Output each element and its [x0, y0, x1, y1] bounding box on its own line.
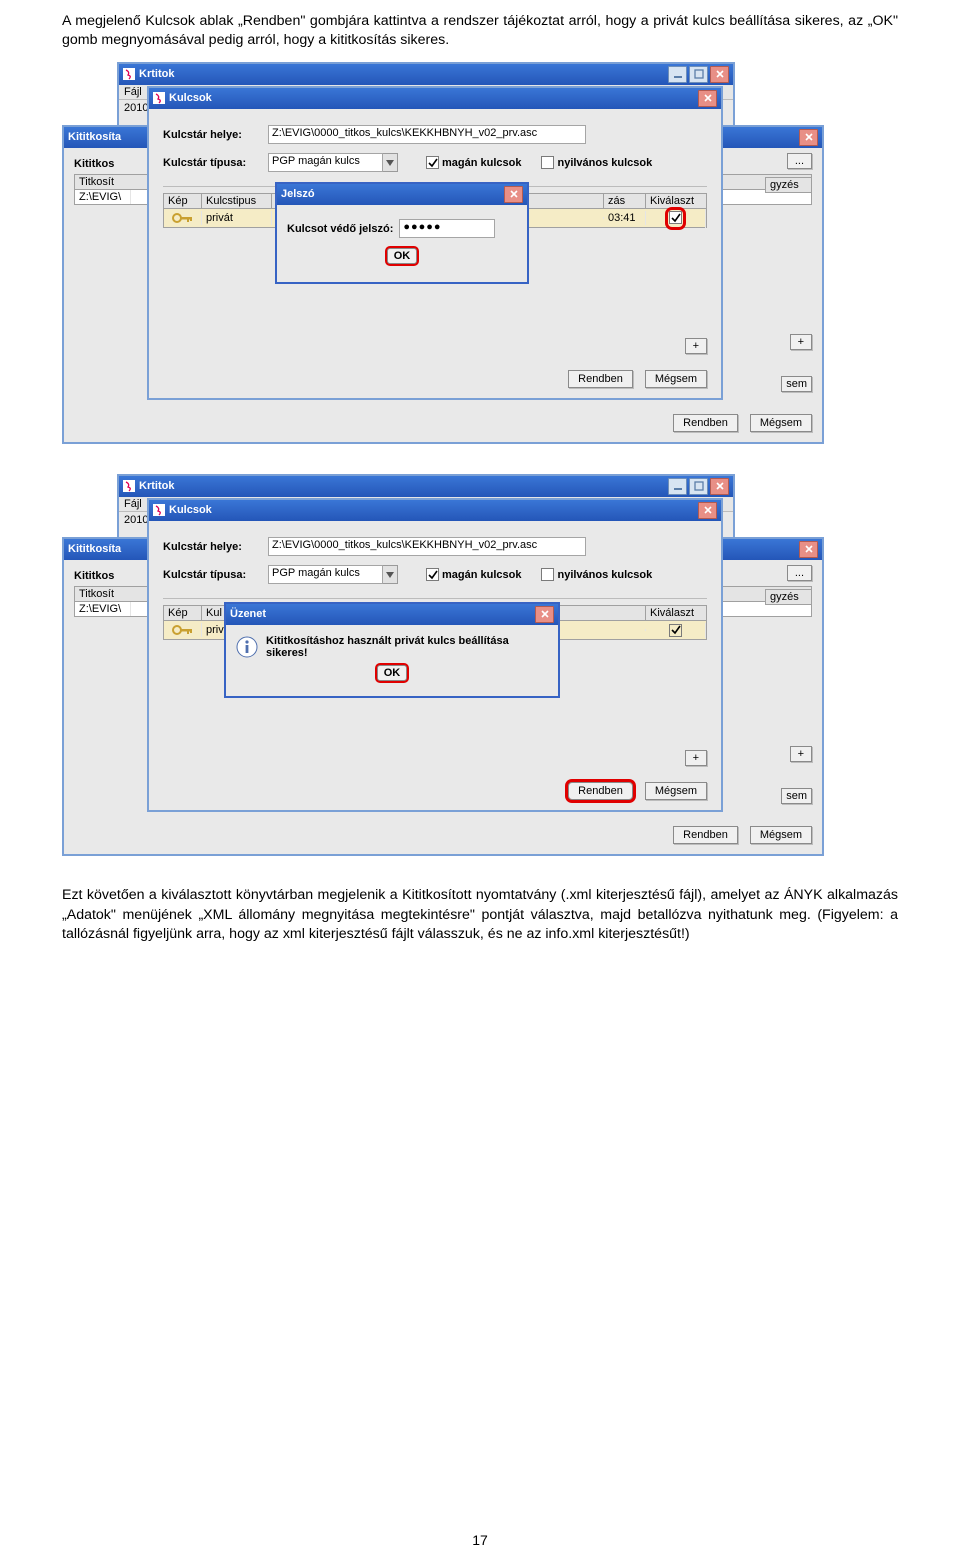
jelszo-label: Kulcsot védő jelszó: [287, 223, 393, 235]
kulcstar-tipus-label: Kulcstár típusa: [163, 157, 268, 169]
java-icon [123, 480, 135, 492]
paragraph-2: Ezt követően a kiválasztott könyvtárban … [62, 886, 898, 944]
rendben-button[interactable]: Rendben [568, 782, 633, 800]
krtitok-title: Krtitok [139, 68, 174, 80]
kulcstar-tipus-combo[interactable]: PGP magán kulcs [268, 153, 398, 172]
kulcsok-titlebar: Kulcsok [149, 500, 721, 521]
jelszo-input[interactable]: ●●●●● [399, 219, 495, 238]
kulcsok-title: Kulcsok [169, 504, 212, 516]
rendben-button-outer[interactable]: Rendben [673, 826, 738, 844]
checkbox-icon [541, 156, 554, 169]
plus-button[interactable]: + [685, 750, 707, 766]
close-button[interactable] [710, 478, 729, 495]
kulcsok-titlebar: Kulcsok [149, 88, 721, 109]
uzenet-titlebar: Üzenet [226, 604, 558, 625]
checkbox-checked-icon [426, 156, 439, 169]
magan-kulcsok-checkbox[interactable]: magán kulcsok [426, 568, 521, 581]
sem-label: sem [781, 376, 812, 392]
chevron-down-icon[interactable] [383, 565, 398, 584]
close-button[interactable] [535, 606, 554, 623]
close-button[interactable] [799, 541, 818, 558]
magan-kulcsok-checkbox[interactable]: magán kulcsok [426, 156, 521, 169]
plus-button[interactable]: + [685, 338, 707, 354]
col-gyzes: gyzés [765, 177, 812, 193]
page-number: 17 [0, 1532, 960, 1548]
kulcstar-tipus-combo[interactable]: PGP magán kulcs [268, 565, 398, 584]
maximize-button[interactable] [689, 478, 708, 495]
kulcstar-tipus-value: PGP magán kulcs [268, 565, 383, 584]
uzenet-ok-button[interactable]: OK [377, 665, 408, 681]
megsem-button-outer[interactable]: Mégsem [750, 826, 812, 844]
key-icon [172, 212, 194, 224]
plus-button-outer[interactable]: + [790, 746, 812, 762]
minimize-button[interactable] [668, 478, 687, 495]
uzenet-msg: Kititkosításhoz használt privát kulcs be… [266, 635, 548, 659]
kulcstar-tipus-value: PGP magán kulcs [268, 153, 383, 172]
jelszo-titlebar: Jelszó [277, 184, 527, 205]
close-button[interactable] [698, 502, 717, 519]
java-icon [123, 68, 135, 80]
megsem-button[interactable]: Mégsem [645, 370, 707, 388]
nyilvanos-kulcsok-checkbox[interactable]: nyilvános kulcsok [541, 156, 652, 169]
menu-file[interactable]: Fájl [124, 498, 142, 510]
info-icon [236, 636, 258, 658]
chevron-down-icon[interactable] [383, 153, 398, 172]
checkbox-checked-icon [426, 568, 439, 581]
nyilvanos-kulcsok-checkbox[interactable]: nyilvános kulcsok [541, 568, 652, 581]
kulcsok-title: Kulcsok [169, 92, 212, 104]
close-button[interactable] [710, 66, 729, 83]
menu-file[interactable]: Fájl [124, 86, 142, 98]
select-row-checkbox[interactable] [669, 624, 682, 637]
close-button[interactable] [504, 186, 523, 203]
dots-button-outer[interactable]: ... [787, 153, 812, 169]
megsem-button-outer[interactable]: Mégsem [750, 414, 812, 432]
plus-button-outer[interactable]: + [790, 334, 812, 350]
kulcstar-helye-value[interactable]: Z:\EVIG\0000_titkos_kulcs\KEKKHBNYH_v02_… [268, 537, 586, 556]
kulcstar-tipus-label: Kulcstár típusa: [163, 569, 268, 581]
kulcstar-helye-label: Kulcstár helye: [163, 541, 268, 553]
kititkosita-title: Kititkosíta [68, 131, 121, 143]
megsem-button[interactable]: Mégsem [645, 782, 707, 800]
rendben-button-outer[interactable]: Rendben [673, 414, 738, 432]
paragraph-1: A megjelenő Kulcsok ablak „Rendben" gomb… [62, 12, 898, 50]
checkbox-icon [541, 568, 554, 581]
uzenet-title: Üzenet [230, 608, 266, 620]
kititkosita-title: Kititkosíta [68, 543, 121, 555]
select-row-checkbox[interactable] [669, 211, 682, 224]
key-icon [172, 624, 194, 636]
minimize-button[interactable] [668, 66, 687, 83]
kulcstar-helye-value[interactable]: Z:\EVIG\0000_titkos_kulcs\KEKKHBNYH_v02_… [268, 125, 586, 144]
rendben-button[interactable]: Rendben [568, 370, 633, 388]
java-icon [153, 92, 165, 104]
dialog-jelszo: Jelszó Kulcsot védő jelszó: ●●●●● OK [275, 182, 529, 284]
dialog-uzenet: Üzenet Kititkosításhoz használt privát k… [224, 602, 560, 698]
maximize-button[interactable] [689, 66, 708, 83]
screenshot-1: Krtitok Fájl 2010. Kititkosíta Kititkos … [62, 62, 822, 452]
krtitok-titlebar: Krtitok [119, 476, 733, 497]
screenshot-2: Krtitok Fájl 2010. Kititkosíta Kititkos … [62, 474, 822, 864]
jelszo-title: Jelszó [281, 188, 315, 200]
close-button[interactable] [698, 90, 717, 107]
jelszo-ok-button[interactable]: OK [387, 248, 418, 264]
sem-label: sem [781, 788, 812, 804]
close-button[interactable] [799, 129, 818, 146]
kulcstar-helye-label: Kulcstár helye: [163, 129, 268, 141]
dots-button-outer[interactable]: ... [787, 565, 812, 581]
krtitok-titlebar: Krtitok [119, 64, 733, 85]
col-gyzes: gyzés [765, 589, 812, 605]
java-icon [153, 504, 165, 516]
krtitok-title: Krtitok [139, 480, 174, 492]
